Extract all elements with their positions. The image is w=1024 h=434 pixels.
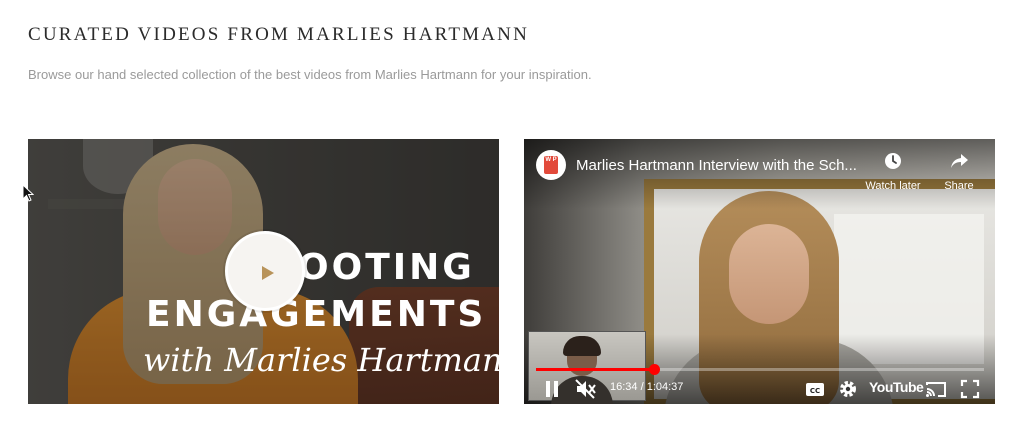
video-card-shooting-engagements[interactable]: OOTING ENGAGEMENTS with Marlies Hartmann bbox=[28, 139, 499, 404]
clock-icon bbox=[885, 153, 901, 169]
pip-hair-shape bbox=[563, 336, 601, 356]
video-title-link[interactable]: Marlies Hartmann Interview with the Sch.… bbox=[576, 157, 861, 174]
page-title: CURATED VIDEOS FROM MARLIES HARTMANN bbox=[28, 24, 530, 45]
thumbnail-text-line1: OOTING bbox=[298, 247, 475, 288]
cast-button[interactable] bbox=[924, 378, 948, 400]
page-subtitle: Browse our hand selected collection of t… bbox=[28, 67, 592, 82]
cast-icon bbox=[926, 382, 946, 397]
thumbnail-text-line3: with Marlies Hartmann bbox=[143, 341, 499, 379]
progress-bar-fill bbox=[536, 368, 655, 371]
fullscreen-button[interactable] bbox=[959, 378, 981, 400]
settings-icon bbox=[840, 381, 856, 397]
video-card-youtube-embed[interactable]: W P Marlies Hartmann Interview with the … bbox=[524, 139, 995, 404]
share-button[interactable]: Share bbox=[934, 151, 984, 192]
settings-button[interactable] bbox=[837, 378, 859, 400]
captions-button[interactable]: CC bbox=[804, 378, 826, 400]
watch-later-button[interactable]: Watch later bbox=[860, 151, 926, 192]
mouse-cursor-icon bbox=[22, 184, 34, 202]
thumbnail-text-line2: ENGAGEMENTS bbox=[146, 294, 487, 335]
youtube-logo[interactable]: YouTube bbox=[869, 379, 924, 395]
time-display: 16:34 / 1:04:37 bbox=[610, 381, 684, 393]
progress-bar[interactable] bbox=[536, 364, 984, 375]
mute-icon bbox=[575, 379, 596, 399]
share-arrow-icon bbox=[951, 154, 968, 168]
svg-text:CC: CC bbox=[810, 387, 820, 395]
pause-icon bbox=[546, 381, 558, 397]
play-icon bbox=[262, 266, 274, 280]
fullscreen-icon bbox=[960, 379, 980, 399]
play-button[interactable] bbox=[225, 231, 305, 311]
mute-button[interactable] bbox=[574, 378, 598, 400]
channel-logo[interactable]: W P bbox=[536, 150, 566, 180]
person-face-shape bbox=[729, 224, 809, 324]
channel-logo-badge: W P bbox=[544, 156, 558, 174]
pause-button[interactable] bbox=[542, 378, 562, 400]
share-label: Share bbox=[944, 180, 974, 192]
cc-icon: CC bbox=[806, 383, 824, 396]
watch-later-label: Watch later bbox=[865, 180, 921, 192]
